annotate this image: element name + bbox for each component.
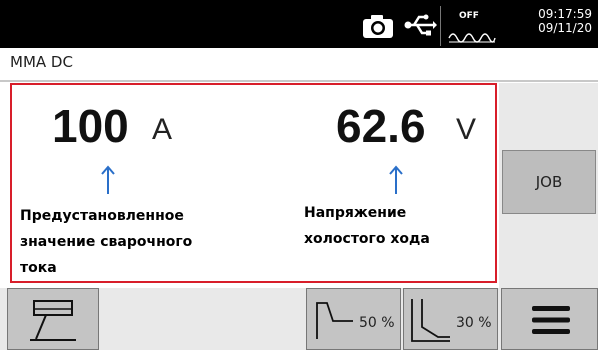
current-unit: A — [152, 113, 173, 146]
electrode-holder-button[interactable] — [7, 288, 99, 350]
welding-mode-label: MMA DC — [10, 53, 73, 71]
arc-force-percent: 30 % — [456, 315, 492, 331]
arc-force-icon — [411, 299, 450, 342]
current-annotation: Предустановленное значение сварочного то… — [20, 203, 250, 281]
annotation-line: холостого хода — [304, 231, 430, 247]
status-bar: OFF 09:17:59 09/11/20 — [0, 0, 598, 48]
annotation-line: значение сварочного — [20, 234, 193, 250]
annotation-line: тока — [20, 260, 57, 276]
arrow-up-icon — [389, 165, 403, 194]
vrd-wave-icon — [448, 33, 496, 43]
usb-icon[interactable] — [403, 10, 437, 40]
menu-button[interactable] — [501, 288, 598, 350]
hot-start-percent: 50 % — [359, 315, 395, 331]
voltage-unit: V — [456, 113, 477, 146]
arc-force-button[interactable]: 30 % — [403, 288, 498, 350]
camera-icon[interactable] — [362, 13, 396, 39]
clock-time: 09:17:59 — [538, 7, 592, 21]
arrow-up-icon — [101, 165, 115, 194]
mode-bar: MMA DC — [0, 48, 598, 82]
annotation-line: Напряжение — [304, 205, 407, 221]
annotation-line: Предустановленное — [20, 208, 184, 224]
vrd-indicator: OFF — [440, 6, 503, 46]
voltage-value: 62.6 — [336, 100, 426, 152]
hamburger-menu-icon — [532, 306, 570, 334]
clock: 09:17:59 09/11/20 — [512, 7, 592, 35]
job-button[interactable]: JOB — [502, 150, 596, 214]
vrd-status-label: OFF — [459, 11, 479, 21]
hot-start-button[interactable]: 50 % — [306, 288, 401, 350]
electrode-holder-icon — [30, 300, 76, 341]
current-value[interactable]: 100 — [52, 99, 129, 153]
hot-start-icon — [316, 302, 353, 339]
clock-date: 09/11/20 — [538, 21, 592, 35]
main-parameters-panel: 100 A 62.6 V Предустановленное значение … — [10, 83, 497, 283]
voltage-annotation: Напряжение холостого хода — [304, 200, 474, 252]
